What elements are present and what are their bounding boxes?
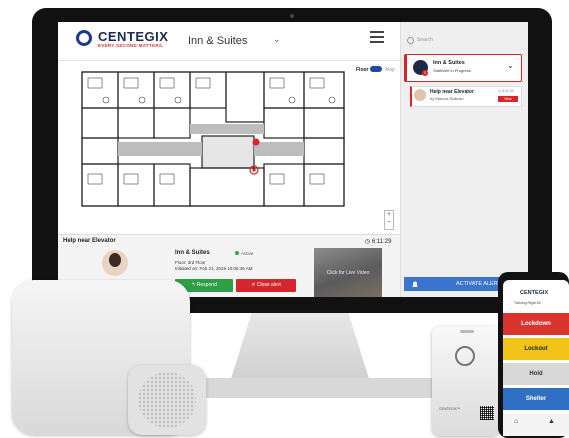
status-badge: Active xyxy=(235,251,253,256)
camera-dot xyxy=(290,14,294,18)
app-screen: CENTEGIX EVERY SECOND MATTERS. Inn & Sui… xyxy=(58,22,528,297)
alert-title: Help near Elevator xyxy=(63,238,116,244)
monitor-base xyxy=(170,378,440,398)
chevron-down-icon[interactable]: ⌄ xyxy=(273,34,281,45)
alert-floor: Floor: 3rd Floor xyxy=(175,260,206,265)
qr-code-icon xyxy=(480,406,494,420)
site-selector[interactable]: Inn & Suites xyxy=(188,35,247,47)
zoom-controls[interactable]: + − xyxy=(384,210,394,230)
staff-avatar xyxy=(102,250,128,276)
monitor-stand xyxy=(229,313,371,383)
hamburger-menu-icon[interactable] xyxy=(370,31,384,43)
phone-brand: CENTEGIX xyxy=(520,290,549,296)
zoom-out-icon[interactable]: − xyxy=(387,219,391,226)
alert-item-time: ◷ 6:11:29 xyxy=(498,89,514,93)
reporter-avatar xyxy=(414,89,426,101)
centegix-logo-icon xyxy=(455,346,475,366)
lockout-button[interactable]: Lockout xyxy=(503,338,569,360)
site-card-subtitle: StaffAlert in Progress xyxy=(433,68,471,73)
alert-location-marker xyxy=(252,138,260,146)
brand-tagline: EVERY SECOND MATTERS. xyxy=(98,43,164,48)
centegix-logo-icon xyxy=(76,30,92,46)
alert-site: Inn & Suites xyxy=(175,250,210,256)
badge-slot xyxy=(460,330,474,333)
lockdown-button[interactable]: Lockdown xyxy=(503,313,569,335)
chevron-down-icon[interactable]: ⌄ xyxy=(507,61,514,70)
alert-triangle-icon[interactable]: ▲ xyxy=(548,418,555,425)
floor-label: Floor xyxy=(356,67,369,73)
hold-button[interactable]: Hold xyxy=(503,363,569,385)
zoom-in-icon[interactable]: + xyxy=(387,211,391,218)
live-video-thumbnail[interactable]: Click for Live Video xyxy=(314,248,382,297)
alert-item-title: Help near Elevator xyxy=(430,89,474,95)
active-dot-icon xyxy=(235,251,239,255)
home-icon[interactable]: ⌂ xyxy=(514,418,518,425)
alert-item-reporter: by Marcus Sullivan xyxy=(430,96,464,101)
site-card-title: Inn & Suites xyxy=(433,60,465,66)
map-label: Map xyxy=(385,67,395,73)
alert-count-badge: 1 xyxy=(422,70,428,76)
phone-subtitle: Training Right 65 xyxy=(514,301,541,305)
floor-plan[interactable] xyxy=(78,64,348,214)
floor-map-toggle[interactable] xyxy=(370,66,382,72)
alert-initiated: Initiated on: Feb 21, 2019 10:06:46 AM xyxy=(175,266,253,271)
new-tag: New xyxy=(498,96,518,102)
brand-name: CENTEGIX xyxy=(98,29,169,44)
speaker-grille xyxy=(138,372,196,428)
shelter-button[interactable]: Shelter xyxy=(503,388,569,410)
alarm-bell-icon xyxy=(412,281,418,287)
alert-timer: ◷ 6:11:29 xyxy=(365,239,392,245)
close-alert-button[interactable]: ✕ Close alert xyxy=(236,279,296,292)
badge-device-label: CENTEGIX™ xyxy=(439,407,461,411)
search-input[interactable]: Search xyxy=(405,34,521,46)
phone-tab-bar xyxy=(503,414,569,436)
